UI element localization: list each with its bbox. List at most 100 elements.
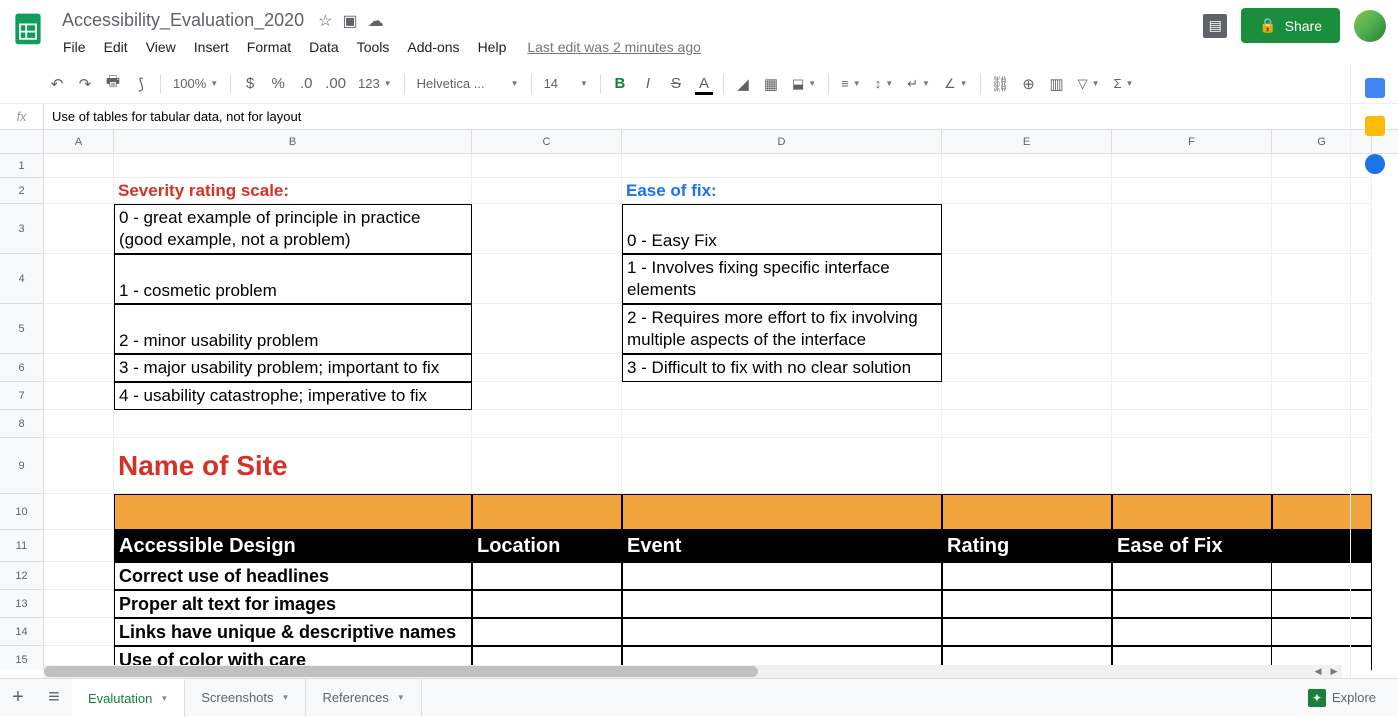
account-avatar[interactable] — [1354, 10, 1386, 42]
last-edit-link[interactable]: Last edit was 2 minutes ago — [527, 39, 701, 55]
row-header-3[interactable]: 3 — [0, 204, 43, 254]
cell-empty[interactable] — [622, 438, 942, 494]
cell-empty[interactable] — [622, 154, 942, 178]
criteria-cell[interactable] — [942, 618, 1112, 646]
row-header-7[interactable]: 7 — [0, 382, 43, 410]
cell-empty[interactable] — [472, 204, 622, 254]
cell-empty[interactable] — [942, 304, 1112, 354]
cell-empty[interactable] — [942, 438, 1112, 494]
select-all-corner[interactable] — [0, 130, 44, 153]
cell-empty[interactable] — [114, 154, 472, 178]
paint-format-button[interactable]: ⟆ — [128, 71, 154, 97]
keep-icon[interactable] — [1365, 116, 1385, 136]
hdr-ease[interactable]: Ease of Fix — [1112, 530, 1372, 562]
cloud-icon[interactable]: ☁ — [368, 11, 384, 31]
wrap-dropdown[interactable]: ↵▼ — [901, 71, 936, 97]
formula-input[interactable]: Use of tables for tabular data, not for … — [44, 109, 1398, 124]
cell-empty[interactable] — [1112, 438, 1272, 494]
explore-button[interactable]: ✦ Explore — [1298, 683, 1386, 713]
comment-button[interactable]: ⊕ — [1016, 71, 1042, 97]
more-formats-dropdown[interactable]: 123▼ — [352, 71, 398, 97]
ease-3[interactable]: 3 - Difficult to fix with no clear solut… — [622, 354, 942, 382]
hdr-event[interactable]: Event — [622, 530, 942, 562]
calendar-icon[interactable] — [1365, 78, 1385, 98]
hdr-design[interactable]: Accessible Design — [114, 530, 472, 562]
cell-empty[interactable] — [1112, 204, 1272, 254]
menu-file[interactable]: File — [56, 35, 93, 59]
criteria-cell[interactable] — [472, 590, 622, 618]
cell-empty[interactable] — [472, 304, 622, 354]
row-header-12[interactable]: 12 — [0, 562, 43, 590]
v-align-dropdown[interactable]: ↕▼ — [869, 71, 899, 97]
horizontal-scrollbar[interactable]: ◀ ▶ — [44, 665, 1342, 678]
severity-4[interactable]: 4 - usability catastrophe; imperative to… — [114, 382, 472, 410]
criteria-cell[interactable] — [472, 618, 622, 646]
cell-empty[interactable] — [44, 590, 114, 618]
cell-empty[interactable] — [942, 178, 1112, 204]
severity-0[interactable]: 0 - great example of principle in practi… — [114, 204, 472, 254]
orange-band[interactable] — [942, 494, 1112, 530]
scroll-right-icon[interactable]: ▶ — [1326, 665, 1342, 678]
cell-empty[interactable] — [44, 618, 114, 646]
cell-empty[interactable] — [1112, 154, 1272, 178]
zoom-dropdown[interactable]: 100%▼ — [167, 71, 224, 97]
sheet-tab-evalutation[interactable]: Evalutation▼ — [72, 679, 185, 717]
menu-format[interactable]: Format — [240, 35, 298, 59]
criteria-row[interactable]: Links have unique & descriptive names — [114, 618, 472, 646]
share-button[interactable]: 🔒 Share — [1241, 8, 1340, 43]
col-header-D[interactable]: D — [622, 130, 942, 153]
col-header-F[interactable]: F — [1112, 130, 1272, 153]
add-sheet-button[interactable]: + — [0, 680, 36, 716]
ease-title[interactable]: Ease of fix: — [622, 178, 942, 204]
row-header-8[interactable]: 8 — [0, 410, 43, 438]
ease-2[interactable]: 2 - Requires more effort to fix involvin… — [622, 304, 942, 354]
criteria-row[interactable]: Proper alt text for images — [114, 590, 472, 618]
ease-0[interactable]: 0 - Easy Fix — [622, 204, 942, 254]
cell-empty[interactable] — [942, 410, 1112, 438]
criteria-cell[interactable] — [472, 562, 622, 590]
row-header-1[interactable]: 1 — [0, 154, 43, 178]
decrease-decimal-button[interactable]: .0 — [293, 71, 319, 97]
strikethrough-button[interactable]: S — [663, 71, 689, 97]
orange-band[interactable] — [114, 494, 472, 530]
orange-band[interactable] — [1112, 494, 1272, 530]
menu-view[interactable]: View — [139, 35, 183, 59]
document-title[interactable]: Accessibility_Evaluation_2020 — [56, 8, 310, 33]
menu-data[interactable]: Data — [302, 35, 346, 59]
fill-color-button[interactable]: ◢ — [730, 71, 756, 97]
spreadsheet-grid[interactable]: ABCDEFG 123456789101112131415 Severity r… — [0, 130, 1398, 670]
cell-empty[interactable] — [472, 154, 622, 178]
star-icon[interactable]: ☆ — [318, 11, 332, 31]
scrollbar-thumb[interactable] — [44, 666, 758, 677]
orange-band[interactable] — [472, 494, 622, 530]
col-header-A[interactable]: A — [44, 130, 114, 153]
menu-tools[interactable]: Tools — [350, 35, 397, 59]
filter-dropdown[interactable]: ▽▼ — [1072, 71, 1106, 97]
criteria-cell[interactable] — [942, 562, 1112, 590]
cell-empty[interactable] — [44, 530, 114, 562]
criteria-cell[interactable] — [942, 590, 1112, 618]
menu-insert[interactable]: Insert — [187, 35, 236, 59]
col-header-E[interactable]: E — [942, 130, 1112, 153]
increase-decimal-button[interactable]: .00 — [321, 71, 350, 97]
cell-empty[interactable] — [1112, 410, 1272, 438]
cell-empty[interactable] — [942, 254, 1112, 304]
cell-empty[interactable] — [472, 410, 622, 438]
cell-empty[interactable] — [472, 178, 622, 204]
sheet-tab-references[interactable]: References▼ — [306, 679, 421, 717]
merge-dropdown[interactable]: ⬓▼ — [786, 71, 822, 97]
text-color-button[interactable]: A — [691, 71, 717, 97]
severity-title[interactable]: Severity rating scale: — [114, 178, 472, 204]
all-sheets-button[interactable]: ≡ — [36, 680, 72, 716]
cell-empty[interactable] — [622, 382, 942, 410]
orange-band[interactable] — [622, 494, 942, 530]
cell-empty[interactable] — [44, 382, 114, 410]
move-icon[interactable]: ▣ — [343, 11, 358, 31]
row-header-5[interactable]: 5 — [0, 304, 43, 354]
criteria-cell[interactable] — [622, 590, 942, 618]
cell-empty[interactable] — [1112, 354, 1272, 382]
cell-empty[interactable] — [44, 304, 114, 354]
percent-button[interactable]: % — [265, 71, 291, 97]
print-button[interactable]: 🖶 — [100, 71, 126, 97]
hdr-location[interactable]: Location — [472, 530, 622, 562]
